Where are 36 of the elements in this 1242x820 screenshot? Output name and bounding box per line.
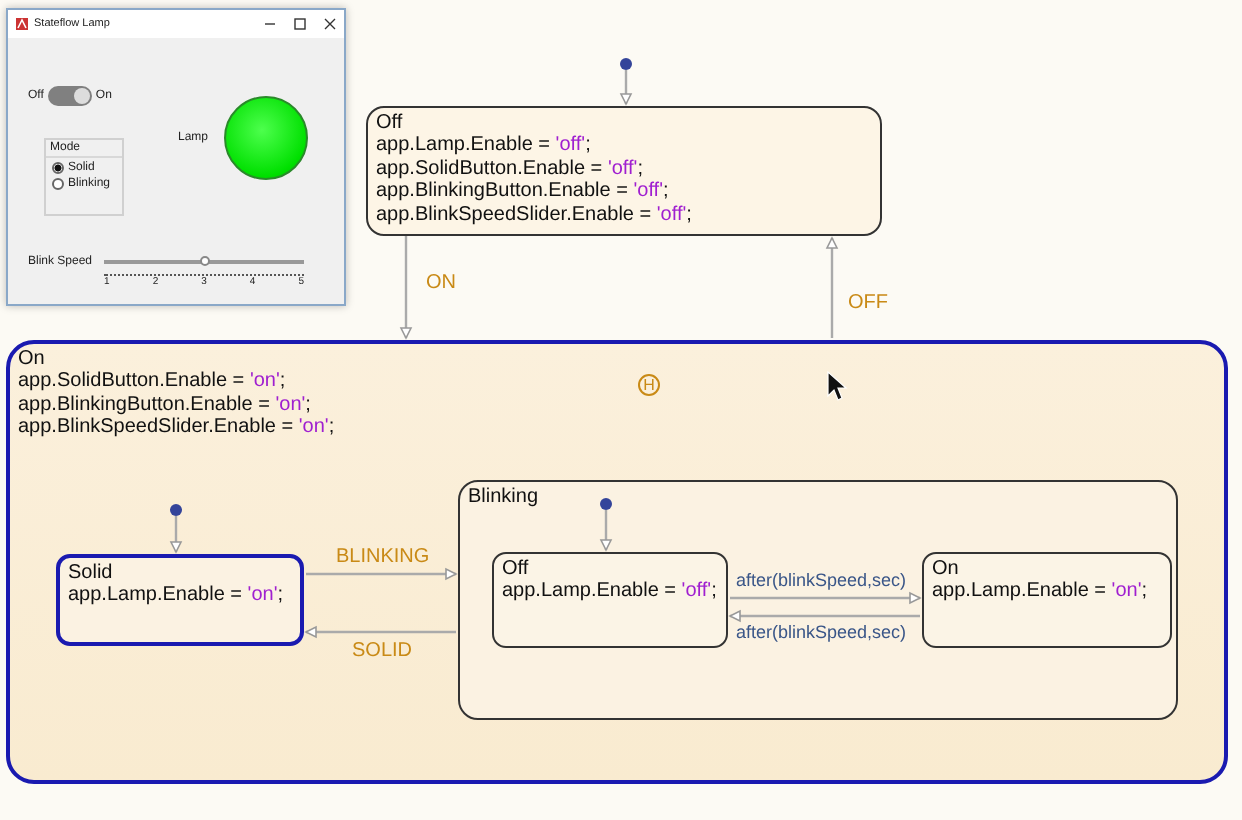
transition-arrow — [399, 236, 413, 340]
action-line: app.Lamp.Enable = 'on'; — [932, 580, 1148, 603]
state-name: Off — [376, 112, 403, 134]
action-line: app.Lamp.Enable = 'on'; — [68, 584, 284, 607]
toggle-switch[interactable] — [47, 86, 92, 106]
slider-thumb[interactable] — [199, 255, 210, 266]
transition-label: after(blinkSpeed,sec) — [736, 622, 907, 642]
action-line: app.BlinkSpeedSlider.Enable = 'off'; — [376, 203, 692, 226]
transition-label: OFF — [848, 292, 888, 314]
mouse-pointer-icon — [827, 370, 848, 401]
state-name: Blinking — [468, 486, 539, 508]
default-transition-arrow — [619, 58, 633, 106]
action-line: app.SolidButton.Enable = 'off'; — [376, 157, 643, 180]
app-icon — [16, 18, 28, 30]
state-name: On — [18, 348, 45, 370]
action-line: app.BlinkSpeedSlider.Enable = 'on'; — [18, 416, 335, 439]
maximize-icon[interactable] — [294, 18, 306, 30]
action-line: app.Lamp.Enable = 'off'; — [502, 580, 717, 603]
action-line: app.BlinkingButton.Enable = 'on'; — [18, 393, 311, 416]
transition-label: SOLID — [352, 640, 413, 662]
close-icon[interactable] — [324, 18, 336, 30]
transition-label: BLINKING — [336, 546, 430, 568]
slider-track[interactable] — [104, 259, 305, 264]
action-line: app.Lamp.Enable = 'off'; — [376, 134, 591, 157]
action-line: app.BlinkingButton.Enable = 'off'; — [376, 180, 669, 203]
default-transition-arrow — [169, 504, 183, 554]
history-junction: H — [638, 374, 660, 396]
default-transition-arrow — [599, 498, 613, 552]
state-name: Solid — [68, 562, 113, 584]
action-line: app.SolidButton.Enable = 'on'; — [18, 370, 286, 393]
transition-label: after(blinkSpeed,sec) — [736, 570, 907, 590]
state-name: Off — [502, 558, 529, 580]
transition-arrow — [825, 236, 839, 338]
state-name: On — [932, 558, 959, 580]
transition-label: ON — [426, 272, 456, 294]
minimize-icon[interactable] — [264, 18, 276, 30]
